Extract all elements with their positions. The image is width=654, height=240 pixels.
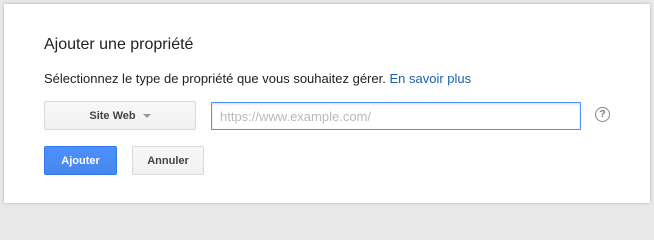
add-button-label: Ajouter <box>61 154 100 167</box>
dialog-title: Ajouter une propriété <box>44 36 194 53</box>
dialog-description: Sélectionnez le type de propriété que vo… <box>44 71 471 86</box>
cancel-button-label: Annuler <box>147 154 189 167</box>
add-property-dialog: Ajouter une propriété Sélectionnez le ty… <box>4 4 650 203</box>
help-icon-glyph: ? <box>599 109 606 120</box>
description-text: Sélectionnez le type de propriété que vo… <box>44 71 386 86</box>
cancel-button[interactable]: Annuler <box>132 146 204 175</box>
help-icon[interactable]: ? <box>595 107 610 122</box>
add-button[interactable]: Ajouter <box>44 146 117 175</box>
learn-more-link[interactable]: En savoir plus <box>389 71 471 86</box>
property-type-selected: Site Web <box>89 109 136 122</box>
chevron-down-icon <box>142 114 151 118</box>
property-type-dropdown[interactable]: Site Web <box>44 101 196 130</box>
url-input[interactable] <box>211 102 581 130</box>
